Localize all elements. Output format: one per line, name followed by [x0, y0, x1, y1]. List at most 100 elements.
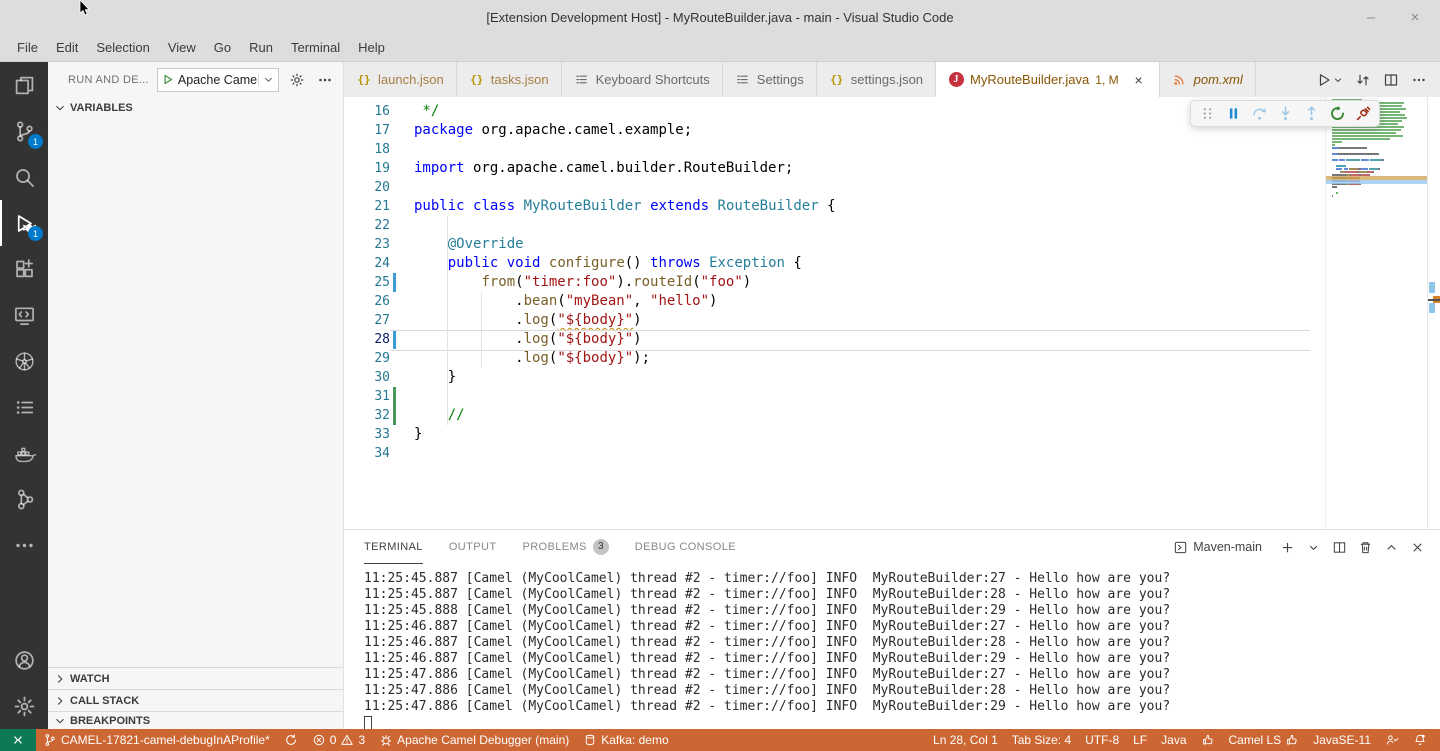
status-tab-size[interactable]: Tab Size: 4 — [1005, 729, 1078, 751]
code-line-30[interactable]: 30 } — [344, 368, 1440, 387]
panel-tab-output[interactable]: OUTPUT — [449, 530, 497, 564]
activity-item-remote-explorer[interactable] — [0, 292, 48, 338]
more-icon — [13, 534, 36, 557]
close-panel-icon[interactable] — [1408, 538, 1426, 556]
activity-item-more[interactable] — [0, 522, 48, 568]
restart-button[interactable] — [1325, 102, 1349, 125]
activity-item-settings[interactable] — [0, 683, 48, 729]
terminal-output[interactable]: 11:25:45.887 [Camel (MyCoolCamel) thread… — [344, 564, 1440, 729]
minimize-button[interactable]: – — [1362, 9, 1380, 26]
watch-section-header[interactable]: WATCH — [48, 667, 343, 689]
more-editor-actions-button[interactable] — [1410, 71, 1428, 89]
new-terminal-icon[interactable] — [1278, 538, 1296, 556]
menu-run[interactable]: Run — [240, 34, 282, 61]
terminal-dropdown-icon[interactable] — [1304, 538, 1322, 556]
status-remote-indicator[interactable] — [0, 729, 36, 751]
code-line-29[interactable]: 29 .log("${body}"); — [344, 349, 1440, 368]
code-line-21[interactable]: 21public class MyRouteBuilder extends Ro… — [344, 197, 1440, 216]
activity-item-containers[interactable] — [0, 384, 48, 430]
status-notifications[interactable] — [1406, 729, 1434, 751]
activity-item-source-control[interactable]: 1 — [0, 108, 48, 154]
activity-item-extensions[interactable] — [0, 246, 48, 292]
menu-edit[interactable]: Edit — [47, 34, 87, 61]
tab-launch-json[interactable]: {}launch.json — [344, 62, 457, 97]
chevron-down-icon[interactable] — [258, 74, 278, 85]
status-problems[interactable]: 03 — [305, 729, 372, 751]
step-into-button[interactable] — [1273, 102, 1297, 125]
status-camel-ls-status[interactable]: Camel LS — [1222, 729, 1307, 751]
call-stack-section-header[interactable]: CALL STACK — [48, 689, 343, 711]
close-tab-icon[interactable]: × — [1131, 72, 1147, 88]
code-line-27[interactable]: 27 .log("${body}") — [344, 311, 1440, 330]
activity-item-search[interactable] — [0, 154, 48, 200]
panel-tab-terminal[interactable]: TERMINAL — [364, 530, 423, 564]
line-number: 21 — [344, 197, 390, 216]
tab-tasks-json[interactable]: {}tasks.json — [457, 62, 562, 97]
code-line-32[interactable]: 32 // — [344, 406, 1440, 425]
menu-go[interactable]: Go — [205, 34, 240, 61]
status-debugger[interactable]: Apache Camel Debugger (main) — [372, 729, 576, 751]
code-line-19[interactable]: 19import org.apache.camel.builder.RouteB… — [344, 159, 1440, 178]
tab-myroutebuilder-java[interactable]: JMyRouteBuilder.java1, M× — [936, 62, 1160, 97]
activity-item-kafka[interactable] — [0, 476, 48, 522]
code-editor[interactable]: 16 */17package org.apache.camel.example;… — [344, 97, 1440, 529]
menu-terminal[interactable]: Terminal — [282, 34, 349, 61]
code-line-23[interactable]: 23 @Override — [344, 235, 1440, 254]
open-changes-button[interactable] — [1354, 71, 1372, 89]
gear-icon[interactable] — [287, 70, 307, 90]
menu-selection[interactable]: Selection — [87, 34, 158, 61]
debug-configuration-dropdown[interactable]: Apache Came — [157, 68, 279, 92]
status-language-mode[interactable]: Java — [1154, 729, 1193, 751]
split-editor-button[interactable] — [1382, 71, 1400, 89]
status-git-branch[interactable]: CAMEL-17821-camel-debugInAProfile* — [36, 729, 277, 751]
chevron-right-icon — [52, 693, 68, 709]
status-eol[interactable]: LF — [1126, 729, 1154, 751]
status-cursor-position[interactable]: Ln 28, Col 1 — [926, 729, 1005, 751]
step-over-button[interactable] — [1247, 102, 1271, 125]
menu-help[interactable]: Help — [349, 34, 394, 61]
status-kafka-cluster[interactable]: Kafka: demo — [576, 729, 675, 751]
activity-item-explorer[interactable] — [0, 62, 48, 108]
activity-item-run-and-debug[interactable]: 1 — [0, 200, 48, 246]
activity-item-kubernetes[interactable] — [0, 338, 48, 384]
split-terminal-icon[interactable] — [1330, 538, 1348, 556]
start-debug-icon[interactable] — [158, 73, 178, 86]
code-line-33[interactable]: 33} — [344, 425, 1440, 444]
run-java-button[interactable] — [1316, 72, 1344, 88]
terminal-instance[interactable]: Maven-main — [1173, 540, 1262, 555]
pause-button[interactable] — [1221, 102, 1245, 125]
status-java-status[interactable] — [1194, 729, 1222, 751]
more-actions-icon[interactable] — [315, 70, 335, 90]
panel-tab-problems[interactable]: PROBLEMS3 — [522, 530, 608, 564]
menu-file[interactable]: File — [8, 34, 47, 61]
variables-section-header[interactable]: VARIABLES — [48, 97, 343, 119]
activity-item-docker[interactable] — [0, 430, 48, 476]
status-encoding[interactable]: UTF-8 — [1078, 729, 1126, 751]
close-window-button[interactable]: × — [1406, 9, 1424, 26]
status-jdk[interactable]: JavaSE-11 — [1306, 729, 1378, 751]
code-line-18[interactable]: 18 — [344, 140, 1440, 159]
code-line-25[interactable]: 25 from("timer:foo").routeId("foo") — [344, 273, 1440, 292]
code-line-26[interactable]: 26 .bean("myBean", "hello") — [344, 292, 1440, 311]
code-line-28[interactable]: 28 .log("${body}") — [344, 330, 1440, 349]
tab-pom-xml[interactable]: pom.xml — [1160, 62, 1256, 97]
tab-keyboard-shortcuts[interactable]: Keyboard Shortcuts — [562, 62, 723, 97]
status-sync[interactable] — [277, 729, 305, 751]
status-feedback[interactable] — [1378, 729, 1406, 751]
disconnect-button[interactable] — [1351, 102, 1375, 125]
code-line-31[interactable]: 31 — [344, 387, 1440, 406]
code-line-22[interactable]: 22 — [344, 216, 1440, 235]
code-line-20[interactable]: 20 — [344, 178, 1440, 197]
tab-settings[interactable]: Settings — [723, 62, 817, 97]
activity-item-account[interactable] — [0, 637, 48, 683]
code-line-34[interactable]: 34 — [344, 444, 1440, 463]
kill-terminal-icon[interactable] — [1356, 538, 1374, 556]
maximize-panel-icon[interactable] — [1382, 538, 1400, 556]
panel-tab-debug-console[interactable]: DEBUG CONSOLE — [635, 530, 736, 564]
step-out-button[interactable] — [1299, 102, 1323, 125]
minimap[interactable] — [1325, 97, 1427, 529]
code-line-24[interactable]: 24 public void configure() throws Except… — [344, 254, 1440, 273]
tab-settings-json[interactable]: {}settings.json — [817, 62, 936, 97]
breakpoints-section-header[interactable]: BREAKPOINTS — [48, 711, 343, 729]
menu-view[interactable]: View — [159, 34, 205, 61]
